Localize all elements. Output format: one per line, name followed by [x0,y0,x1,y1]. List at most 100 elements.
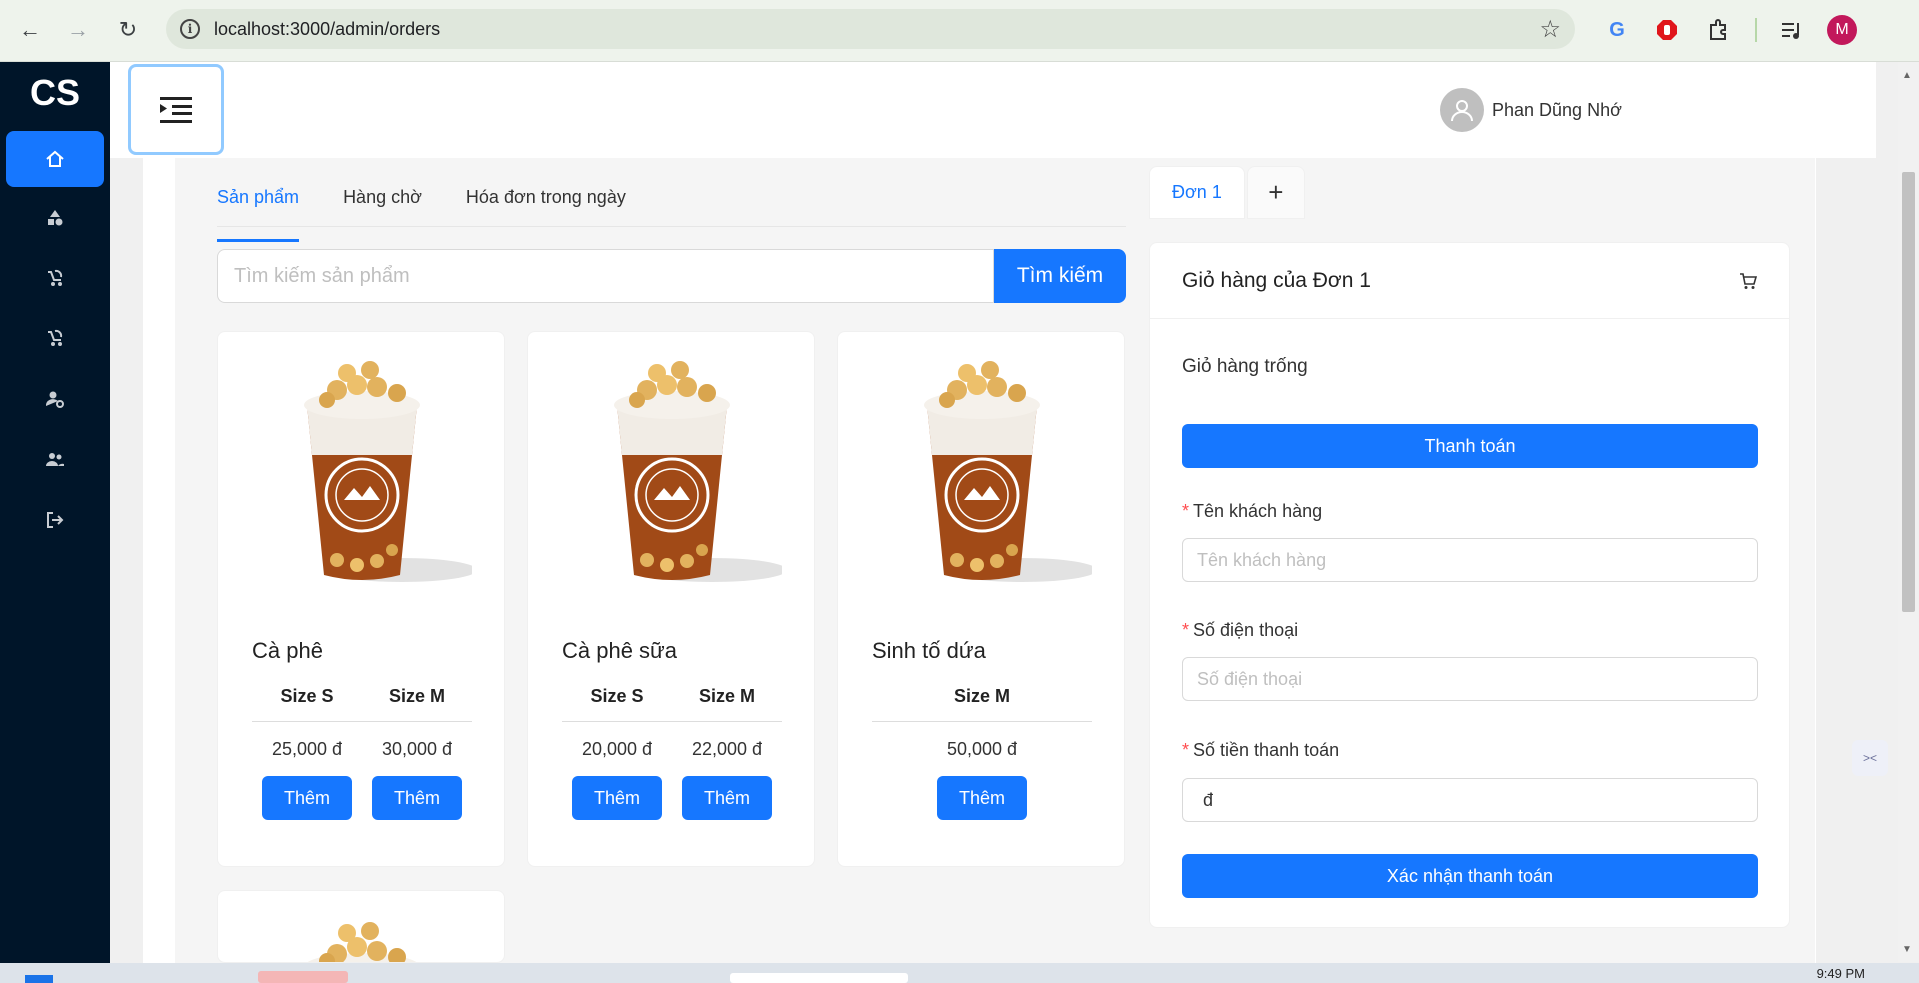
user-name: Phan Dũng Nhớ [1492,99,1622,120]
add-to-cart-button[interactable]: Thêm [572,776,662,820]
product-image [528,332,814,607]
taskbar-app-icon[interactable] [730,973,908,983]
customer-name-label: * Tên khách hàng [1182,501,1322,522]
product-card: Cà phê Size S Size M 25,000 đ 30,000 đ T… [217,331,505,867]
size-price-table: Size M 50,000 đ Thêm [872,672,1092,820]
scroll-thumb[interactable] [1902,172,1915,612]
url-text: localhost:3000/admin/orders [214,18,441,39]
address-bar[interactable]: i localhost:3000/admin/orders ☆ [166,9,1575,49]
checkout-button[interactable]: Thanh toán [1182,424,1758,468]
size-label: Size M [388,686,445,706]
tab-queue[interactable]: Hàng chờ [343,175,422,227]
size-price-table: Size S Size M 25,000 đ 30,000 đ Thêm Thê… [252,672,472,820]
product-image [252,909,472,962]
user-settings-icon [45,391,64,408]
cart-panel: Giỏ hàng của Đơn 1 Giỏ hàng trống Thanh … [1149,242,1790,928]
product-name: Sinh tố dứa [872,638,986,663]
scroll-up-icon[interactable]: ▲ [1902,70,1912,81]
menu-toggle-button[interactable] [128,64,224,155]
add-to-cart-button[interactable]: Thêm [262,776,352,820]
confirm-payment-button[interactable]: Xác nhận thanh toán [1182,854,1758,898]
shopping-cart-icon [1740,272,1757,289]
sidebar-item-categories[interactable] [6,190,104,246]
user-icon [1451,100,1473,122]
phone-label: * Số điện thoại [1182,620,1298,641]
price-value: 50,000 đ [946,738,1018,759]
amount-label: * Số tiền thanh toán [1182,740,1339,761]
sidebar-item-products[interactable] [6,250,104,306]
product-name: Cà phê [252,638,323,663]
site-info-icon[interactable]: i [180,19,200,39]
product-image [838,332,1124,607]
bookmark-star-icon[interactable]: ☆ [1539,15,1561,44]
label-text: Số điện thoại [1193,620,1299,640]
tab-products[interactable]: Sản phẩm [217,175,300,242]
extensions-puzzle-icon[interactable] [1703,15,1733,45]
add-to-cart-button[interactable]: Thêm [937,776,1027,820]
menu-unfold-icon [160,96,192,123]
scroll-down-icon[interactable]: ▼ [1902,944,1912,955]
toolbar-divider [1755,18,1757,42]
label-text: Tên khách hàng [1193,501,1323,521]
add-to-cart-button[interactable]: Thêm [372,776,462,820]
floating-widget-icon[interactable]: >< [1852,740,1888,776]
tabs-divider [217,226,1126,227]
product-search-input[interactable] [217,249,994,303]
search-button[interactable]: Tìm kiếm [994,249,1126,303]
page-scrollbar[interactable]: ▲ ▼ [1898,62,1919,962]
adblock-extension-icon[interactable] [1652,15,1682,45]
size-label: Size S [280,686,334,706]
media-queue-icon[interactable] [1777,15,1807,45]
tab-order-1[interactable]: Đơn 1 [1149,166,1245,219]
price-value: 22,000 đ [691,738,763,759]
product-name: Cà phê sữa [562,638,678,663]
tab-today-invoices[interactable]: Hóa đơn trong ngày [466,175,626,227]
size-label: Size M [953,686,1010,706]
logout-icon [47,512,64,528]
browser-toolbar: ← → ↻ i localhost:3000/admin/orders ☆ G … [0,0,1919,62]
cart-header: Giỏ hàng của Đơn 1 [1150,243,1789,319]
add-order-tab-button[interactable]: + [1246,166,1305,219]
amount-input[interactable] [1182,778,1758,822]
forward-icon[interactable]: → [62,14,94,46]
add-to-cart-button[interactable]: Thêm [682,776,772,820]
sidebar-item-orders[interactable] [6,310,104,366]
size-label: Size S [590,686,644,706]
product-card: Sinh tố dứa Size M 50,000 đ Thêm [837,331,1125,867]
price-value: 20,000 đ [581,738,653,759]
sidebar-item-team[interactable] [6,432,104,488]
taskbar-app-icon[interactable] [258,971,348,983]
sidebar-item-logout[interactable] [6,492,104,548]
required-mark: * [1182,501,1190,521]
app-sidebar: CS [0,62,110,983]
phone-input[interactable] [1182,657,1758,701]
stroller-icon-2 [48,329,63,346]
size-label: Size M [698,686,755,706]
reload-icon[interactable]: ↻ [112,14,144,46]
user-menu[interactable]: Phan Dũng Nhớ [1440,88,1622,132]
label-text: Số tiền thanh toán [1193,740,1340,760]
home-icon [46,150,64,167]
avatar [1440,88,1484,132]
windows-start-icon[interactable] [25,975,53,983]
back-icon[interactable]: ← [14,14,46,46]
sidebar-item-user-settings[interactable] [6,371,104,427]
required-mark: * [1182,740,1190,760]
team-icon [46,453,64,466]
customer-name-input[interactable] [1182,538,1758,582]
size-price-table: Size S Size M 20,000 đ 22,000 đ Thêm Thê… [562,672,782,820]
product-image [218,332,504,607]
translate-extension-icon[interactable]: G [1602,15,1632,45]
app-header: Phan Dũng Nhớ [110,62,1876,158]
sidebar-item-home[interactable] [6,131,104,187]
product-tabs: Sản phẩm Hàng chờ Hóa đơn trong ngày [217,175,670,242]
taskbar-clock: 9:49 PM [1816,966,1865,981]
product-card [217,890,505,963]
browser-profile-avatar[interactable]: M [1827,15,1857,45]
cart-empty-text: Giỏ hàng trống [1182,356,1308,377]
os-taskbar: 9:49 PM [0,963,1919,983]
stroller-icon [48,269,63,286]
shapes-icon [48,210,63,226]
cart-title: Giỏ hàng của Đơn 1 [1182,268,1371,292]
price-value: 25,000 đ [271,738,343,759]
